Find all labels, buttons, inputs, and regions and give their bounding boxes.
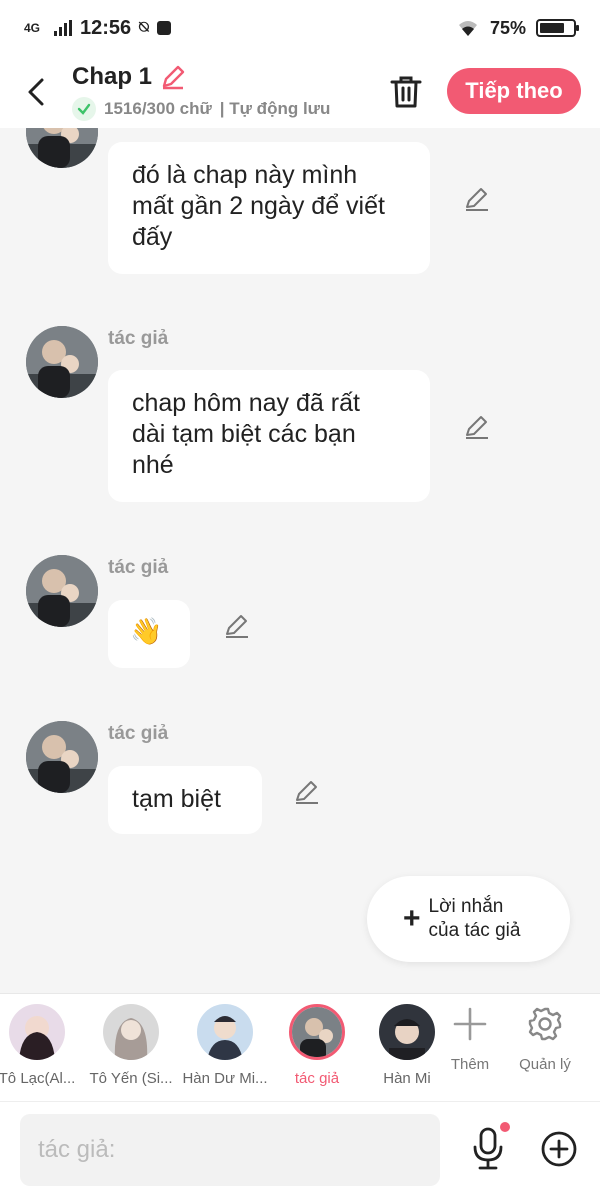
edit-title-icon[interactable] [160, 64, 186, 90]
edit-message-icon[interactable] [462, 414, 490, 442]
network-type: 4G [24, 20, 41, 35]
character-item-selected[interactable]: tác giả [272, 1004, 362, 1087]
author-note-label: Lời nhắn của tác giả [428, 896, 521, 941]
check-icon [72, 97, 96, 121]
character-name: tác giả [294, 1070, 340, 1087]
character-name: Tô Yến (Si... [89, 1070, 173, 1087]
next-button[interactable]: Tiếp theo [447, 68, 581, 114]
gear-icon [510, 1006, 580, 1042]
chat-area[interactable]: đó là chap này mình mất gần 2 ngày để vi… [0, 128, 600, 993]
character-avatar [103, 1004, 159, 1060]
message-bubble[interactable]: tạm biệt [108, 766, 262, 834]
status-left: 4G 12:56 ⍉ [24, 17, 171, 40]
character-bar: Tô Lạc(Al... Tô Yến (Si... Hàn Dư Mi... … [0, 993, 600, 1101]
message-input[interactable]: tác giả: [20, 1114, 440, 1186]
avatar[interactable] [26, 326, 98, 398]
chevron-left-icon [28, 78, 44, 106]
message-text: đó là chap này mình mất gần 2 ngày để vi… [132, 161, 385, 251]
avatar[interactable] [26, 555, 98, 627]
character-avatar [379, 1004, 435, 1060]
author-name: tác giả [108, 723, 169, 744]
status-right: 75% [456, 17, 579, 39]
message-input-placeholder: tác giả: [38, 1136, 116, 1163]
save-status: 1516/300 chữ | Tự động lưu [72, 97, 330, 121]
author-name: tác giả [108, 557, 169, 578]
title-wrap: Chap 1 1516/300 chữ | Tự động lưu [72, 63, 330, 121]
plus-icon: + [403, 902, 421, 935]
voice-button[interactable] [470, 1122, 510, 1172]
author-note-button[interactable]: + Lời nhắn của tác giả [367, 876, 570, 962]
word-count: 1516/300 chữ [104, 99, 212, 118]
trash-icon [390, 76, 422, 108]
no-sim-icon: ⍉ [139, 19, 149, 36]
battery-percent: 75% [489, 17, 526, 38]
character-item[interactable]: Tô Lạc(Al... [0, 1004, 82, 1087]
add-character-label: Thêm [450, 1056, 490, 1073]
notification-dot [500, 1122, 510, 1132]
edit-message-icon[interactable] [292, 779, 320, 807]
character-name: Tô Lạc(Al... [0, 1070, 76, 1087]
character-avatar [9, 1004, 65, 1060]
message-bubble[interactable]: chap hôm nay đã rất dài tạm biệt các bạn… [108, 370, 430, 502]
page-title[interactable]: Chap 1 [72, 63, 152, 91]
microphone-icon [473, 1127, 503, 1170]
author-name: tác giả [108, 328, 169, 349]
notification-icon [156, 21, 171, 35]
message-bubble[interactable]: 👋 [108, 600, 190, 668]
character-name: Hàn Mi [383, 1070, 431, 1087]
character-avatar [289, 1004, 345, 1060]
message-text: tạm biệt [132, 785, 221, 813]
character-item[interactable]: Hàn Dư Mi... [180, 1004, 270, 1087]
add-character-button[interactable]: Thêm [435, 1006, 505, 1073]
character-name: Hàn Dư Mi... [182, 1070, 268, 1087]
wave-emoji: 👋 [130, 616, 163, 646]
delete-button[interactable] [386, 72, 426, 112]
clock: 12:56 [80, 16, 132, 39]
manage-label: Quản lý [519, 1056, 571, 1073]
character-avatar [197, 1004, 253, 1060]
message-bubble[interactable]: đó là chap này mình mất gần 2 ngày để vi… [108, 142, 430, 274]
edit-message-icon[interactable] [462, 186, 490, 214]
avatar[interactable] [26, 128, 98, 168]
character-item[interactable]: Tô Yến (Si... [86, 1004, 176, 1087]
add-content-button[interactable] [540, 1130, 578, 1168]
header: Chap 1 1516/300 chữ | Tự động lưu Tiếp t… [0, 56, 600, 128]
plus-circle-icon [541, 1131, 577, 1167]
message-text: chap hôm nay đã rất dài tạm biệt các bạn… [132, 389, 360, 479]
edit-message-icon[interactable] [222, 613, 250, 641]
input-bar: tác giả: [0, 1101, 600, 1197]
plus-icon [435, 1006, 505, 1042]
status-bar: 4G 12:56 ⍉ 75% [0, 0, 600, 56]
battery-icon [536, 19, 579, 37]
avatar[interactable] [26, 721, 98, 793]
title-row: Chap 1 [72, 63, 330, 91]
signal-icon [54, 20, 72, 36]
back-button[interactable] [8, 56, 64, 128]
wifi-icon [458, 21, 477, 36]
autosave-label: | Tự động lưu [219, 99, 331, 118]
battery-fill [540, 23, 564, 33]
manage-button[interactable]: Quản lý [510, 1006, 580, 1073]
